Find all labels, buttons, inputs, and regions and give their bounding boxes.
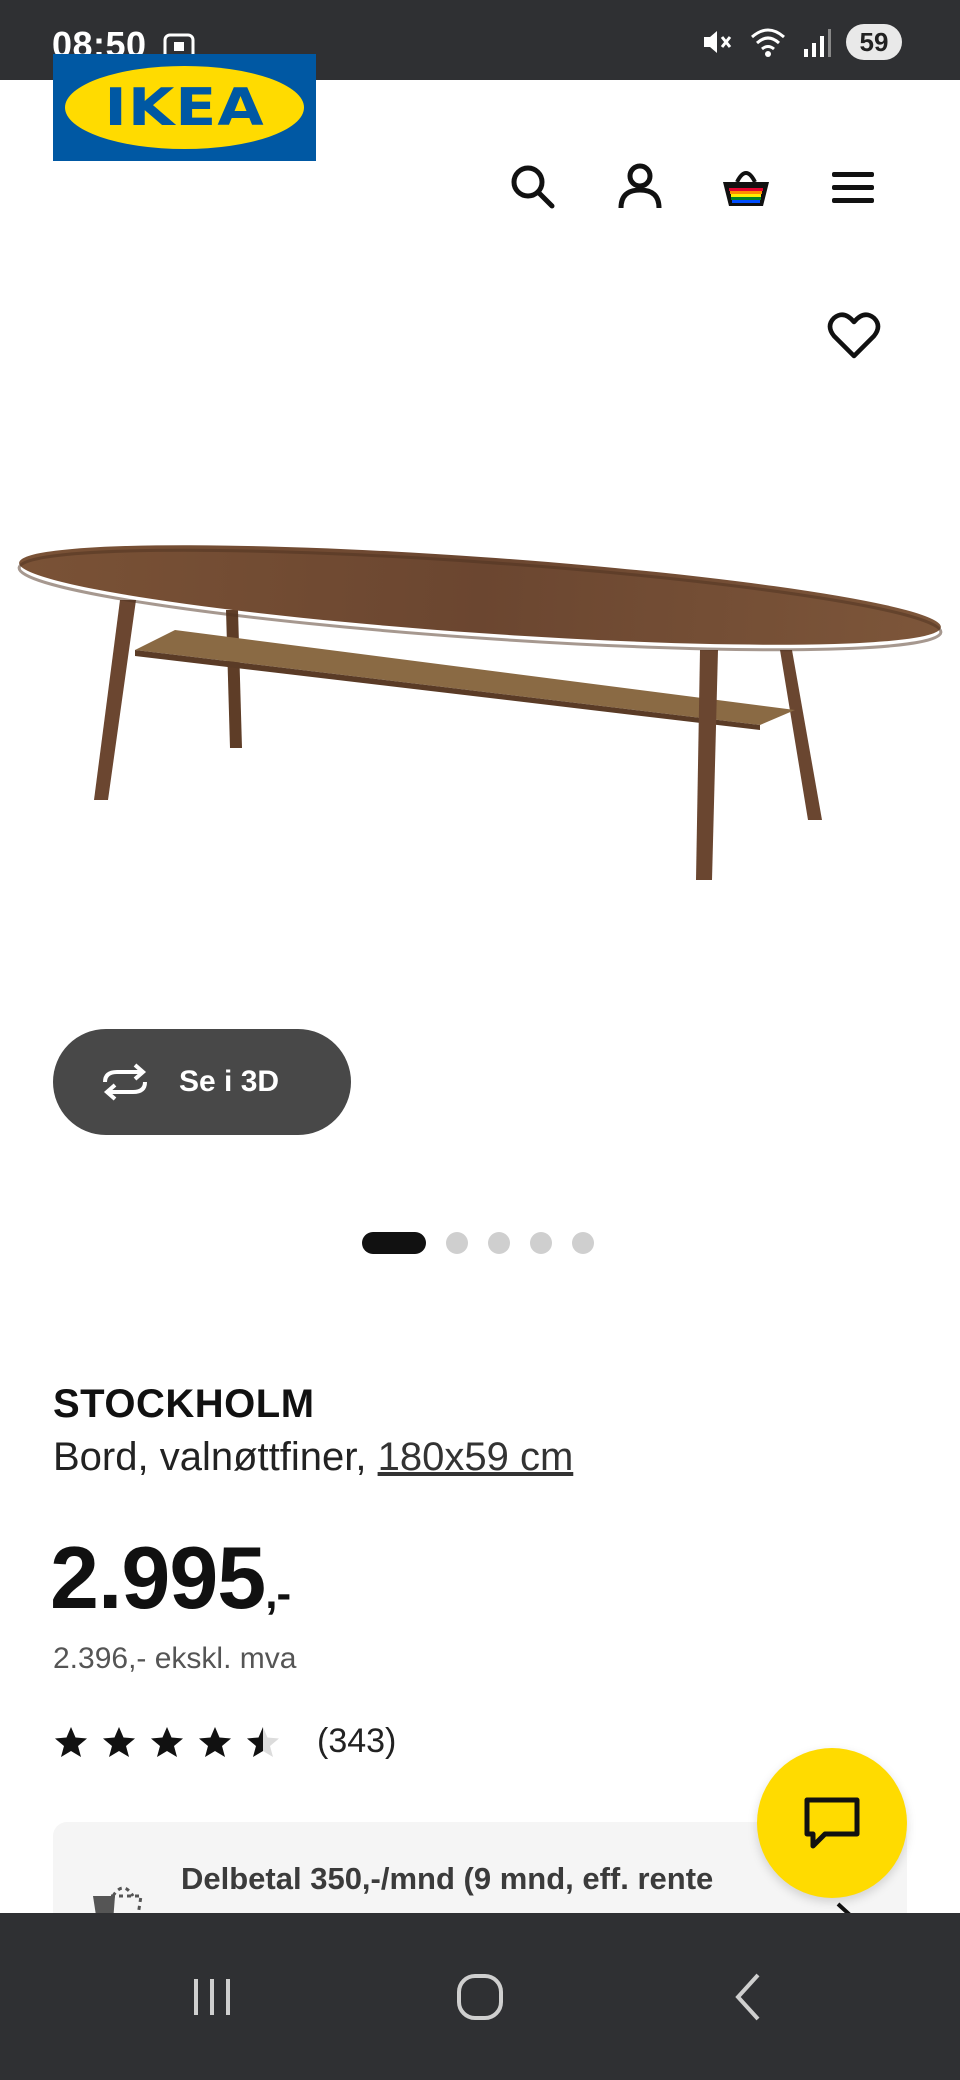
price-main: 2.995 [50, 1528, 266, 1627]
price-ex-vat: 2.396,- ekskl. mva [53, 1642, 297, 1675]
mute-icon [704, 31, 732, 53]
user-icon[interactable] [613, 160, 667, 214]
rating-stars [53, 1725, 281, 1759]
basket-icon[interactable] [719, 160, 773, 214]
chat-button[interactable] [757, 1748, 907, 1898]
view-in-3d-button[interactable]: Se i 3D [53, 1029, 351, 1135]
back-icon[interactable] [720, 1967, 780, 2027]
product-name: STOCKHOLM [53, 1382, 315, 1426]
recent-apps-icon[interactable] [182, 1967, 242, 2027]
carousel-dot[interactable] [530, 1232, 552, 1254]
carousel-dot[interactable] [488, 1232, 510, 1254]
favorite-heart-icon[interactable] [826, 308, 882, 364]
system-navigation-bar [0, 1913, 960, 2080]
star-full-icon [199, 1726, 231, 1757]
wifi-icon [751, 28, 785, 57]
carousel-dot[interactable] [446, 1232, 468, 1254]
home-icon[interactable] [450, 1967, 510, 2027]
logo-text: IKEA [104, 77, 265, 138]
star-half-icon [247, 1726, 279, 1757]
menu-icon[interactable] [826, 160, 880, 214]
image-carousel-indicator [362, 1232, 594, 1254]
product-rating[interactable]: (343) [53, 1722, 396, 1761]
rotate-3d-icon [103, 1063, 147, 1101]
battery-indicator: 59 [846, 24, 902, 60]
view-in-3d-label: Se i 3D [179, 1065, 280, 1098]
rating-count: (343) [317, 1722, 397, 1760]
star-full-icon [103, 1726, 135, 1757]
signal-icon [804, 29, 831, 57]
star-full-icon [55, 1726, 87, 1757]
carousel-dot-active[interactable] [362, 1232, 426, 1254]
product-image[interactable] [0, 510, 960, 910]
product-price: 2.995,- [50, 1527, 291, 1629]
search-icon[interactable] [506, 160, 560, 214]
ikea-logo[interactable]: IKEA [53, 54, 316, 161]
price-suffix: ,- [265, 1569, 291, 1618]
star-full-icon [151, 1726, 183, 1757]
chat-bubble-icon [804, 1797, 860, 1849]
carousel-dot[interactable] [572, 1232, 594, 1254]
product-size-link[interactable]: 180x59 cm [378, 1435, 574, 1479]
product-description: Bord, valnøttfiner, 180x59 cm [53, 1435, 573, 1480]
product-description-text: Bord, valnøttfiner, [53, 1435, 378, 1479]
